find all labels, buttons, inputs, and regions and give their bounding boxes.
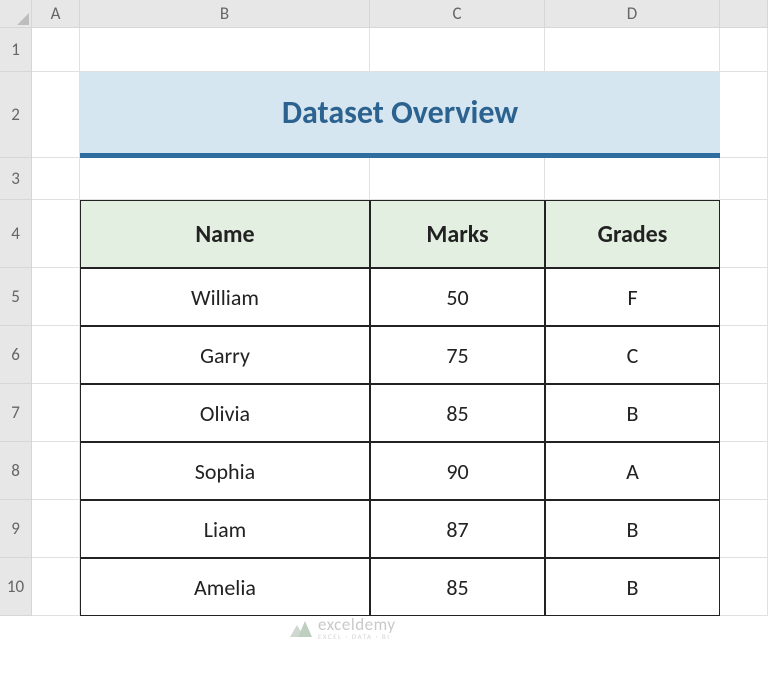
watermark-text: exceldemy (318, 616, 396, 633)
table-header-name[interactable]: Name (80, 200, 370, 268)
col-header-extra[interactable] (720, 0, 768, 28)
cell-A8[interactable] (32, 442, 80, 500)
table-cell-marks[interactable]: 75 (370, 326, 545, 384)
table-header-grades[interactable]: Grades (545, 200, 720, 268)
table-cell-grades[interactable]: F (545, 268, 720, 326)
col-header-D[interactable]: D (545, 0, 720, 28)
cell-A6[interactable] (32, 326, 80, 384)
row-header-5[interactable]: 5 (0, 268, 32, 326)
cell-E3[interactable] (720, 158, 768, 200)
cell-A2[interactable] (32, 72, 80, 158)
cell-B1[interactable] (80, 28, 370, 72)
cell-A7[interactable] (32, 384, 80, 442)
watermark-icon (290, 619, 312, 637)
row-header-3[interactable]: 3 (0, 158, 32, 200)
cell-A10[interactable] (32, 558, 80, 616)
cell-E4[interactable] (720, 200, 768, 268)
row-header-2[interactable]: 2 (0, 72, 32, 158)
table-cell-marks[interactable]: 85 (370, 558, 545, 616)
table-cell-marks[interactable]: 85 (370, 384, 545, 442)
watermark: exceldemy EXCEL · DATA · BI (290, 616, 396, 640)
cell-A5[interactable] (32, 268, 80, 326)
cell-A4[interactable] (32, 200, 80, 268)
cell-A1[interactable] (32, 28, 80, 72)
cell-E10[interactable] (720, 558, 768, 616)
table-cell-marks[interactable]: 87 (370, 500, 545, 558)
table-cell-grades[interactable]: A (545, 442, 720, 500)
table-cell-name[interactable]: Amelia (80, 558, 370, 616)
row-header-1[interactable]: 1 (0, 28, 32, 72)
spreadsheet-grid: A B C D 1 2 Dataset Overview 3 4 Name Ma… (0, 0, 768, 616)
cell-A9[interactable] (32, 500, 80, 558)
cell-D1[interactable] (545, 28, 720, 72)
cell-D3[interactable] (545, 158, 720, 200)
col-header-B[interactable]: B (80, 0, 370, 28)
cell-E5[interactable] (720, 268, 768, 326)
cell-B3[interactable] (80, 158, 370, 200)
cell-C3[interactable] (370, 158, 545, 200)
row-header-7[interactable]: 7 (0, 384, 32, 442)
cell-E7[interactable] (720, 384, 768, 442)
cell-E1[interactable] (720, 28, 768, 72)
row-header-10[interactable]: 10 (0, 558, 32, 616)
table-cell-name[interactable]: Sophia (80, 442, 370, 500)
cell-A3[interactable] (32, 158, 80, 200)
table-cell-name[interactable]: Garry (80, 326, 370, 384)
cell-E8[interactable] (720, 442, 768, 500)
watermark-subtext: EXCEL · DATA · BI (318, 633, 396, 640)
table-cell-marks[interactable]: 50 (370, 268, 545, 326)
table-cell-grades[interactable]: C (545, 326, 720, 384)
cell-E6[interactable] (720, 326, 768, 384)
dataset-title[interactable]: Dataset Overview (80, 72, 720, 158)
table-cell-name[interactable]: Liam (80, 500, 370, 558)
cell-C1[interactable] (370, 28, 545, 72)
table-cell-marks[interactable]: 90 (370, 442, 545, 500)
row-header-6[interactable]: 6 (0, 326, 32, 384)
table-cell-grades[interactable]: B (545, 384, 720, 442)
cell-E9[interactable] (720, 500, 768, 558)
table-cell-grades[interactable]: B (545, 558, 720, 616)
table-cell-grades[interactable]: B (545, 500, 720, 558)
cell-E2[interactable] (720, 72, 768, 158)
select-all-corner[interactable] (0, 0, 32, 28)
row-header-8[interactable]: 8 (0, 442, 32, 500)
table-cell-name[interactable]: Olivia (80, 384, 370, 442)
row-header-4[interactable]: 4 (0, 200, 32, 268)
table-cell-name[interactable]: William (80, 268, 370, 326)
col-header-A[interactable]: A (32, 0, 80, 28)
row-header-9[interactable]: 9 (0, 500, 32, 558)
table-header-marks[interactable]: Marks (370, 200, 545, 268)
col-header-C[interactable]: C (370, 0, 545, 28)
